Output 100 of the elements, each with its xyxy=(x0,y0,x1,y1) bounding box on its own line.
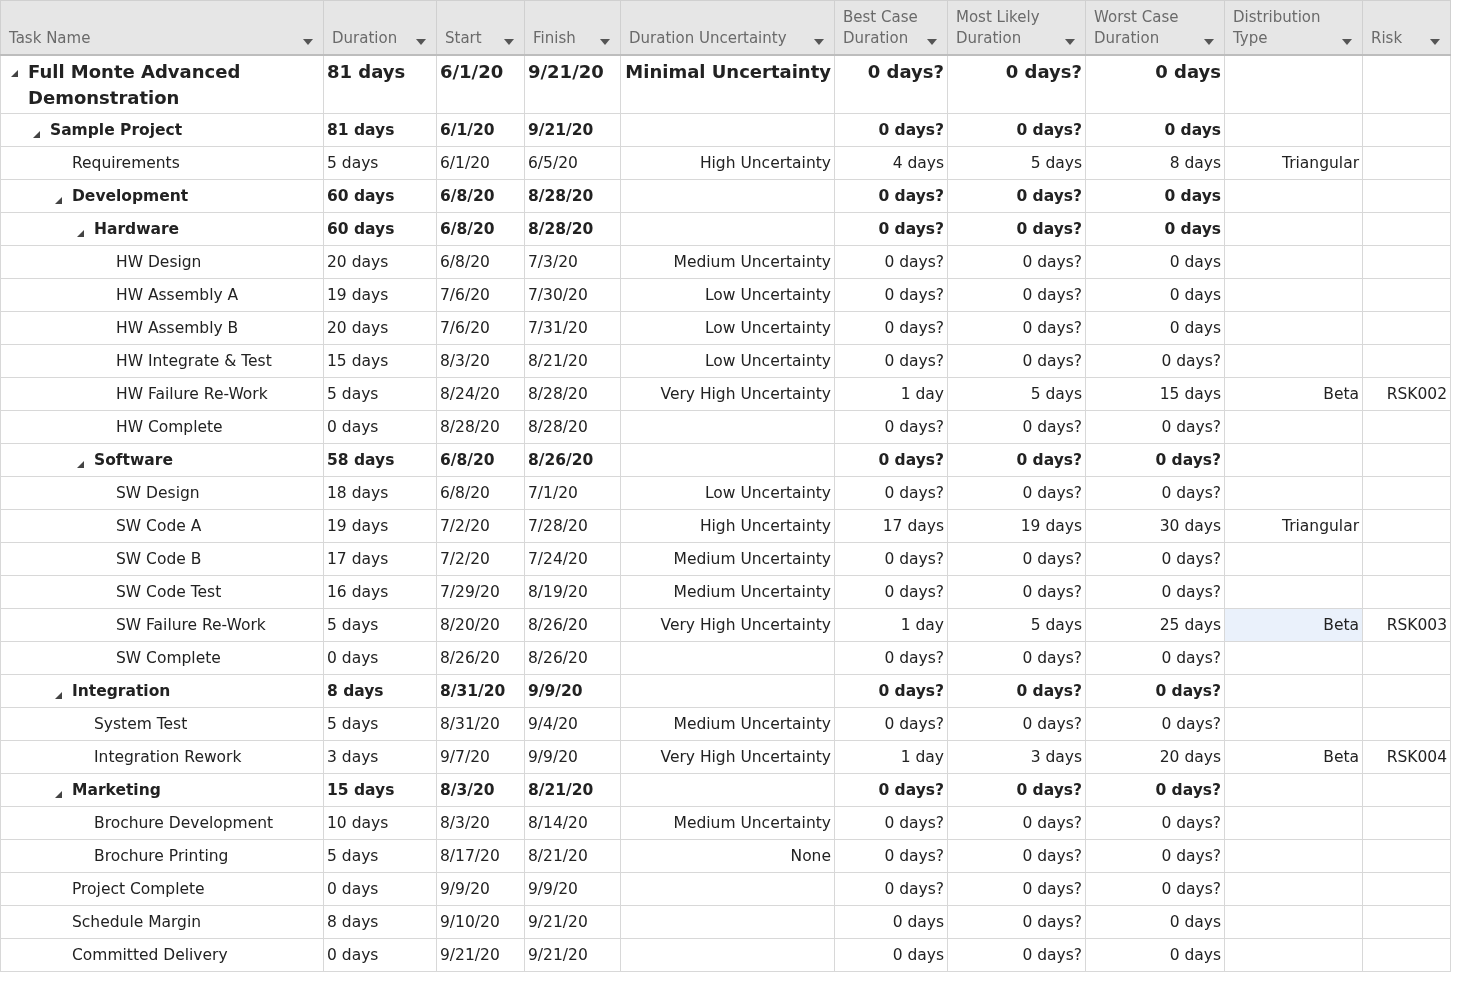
table-cell: 8/19/20 xyxy=(528,582,588,602)
table-cell: 0 days? xyxy=(1161,351,1221,371)
table-cell: 10 days xyxy=(327,813,389,833)
table-cell: 1 day xyxy=(900,747,944,767)
table-cell-text: 0 days? xyxy=(1005,60,1082,84)
table-cell: 8/28/20 xyxy=(528,384,588,404)
table-cell: 0 days? xyxy=(1022,846,1082,866)
table-cell: Low Uncertainty xyxy=(705,483,831,503)
table-cell: 0 days? xyxy=(884,582,944,602)
dropdown-caret-icon[interactable] xyxy=(814,39,824,45)
column-header[interactable]: Worst Case Duration xyxy=(1085,0,1225,55)
table-cell: 17 days xyxy=(882,516,944,536)
table-cell: 0 days? xyxy=(1161,483,1221,503)
dropdown-caret-icon[interactable] xyxy=(1204,39,1214,45)
table-cell: 15 days xyxy=(1159,384,1221,404)
table-cell: 0 days? xyxy=(1161,549,1221,569)
table-cell: 58 days xyxy=(327,450,395,470)
table-cell: 8/26/20 xyxy=(440,648,500,668)
column-header[interactable]: Task Name xyxy=(0,0,324,55)
dropdown-caret-icon[interactable] xyxy=(303,39,313,45)
table-cell: 0 days xyxy=(892,945,944,965)
column-header[interactable]: Duration Uncertainty xyxy=(620,0,835,55)
task-name: HW Assembly B xyxy=(116,318,239,338)
table-cell: 20 days xyxy=(1159,747,1221,767)
task-name: Brochure Development xyxy=(94,813,274,833)
column-header[interactable]: Best Case Duration xyxy=(834,0,948,55)
table-cell: Very High Uncertainty xyxy=(660,384,831,404)
dropdown-caret-icon[interactable] xyxy=(504,39,514,45)
dropdown-caret-icon[interactable] xyxy=(416,39,426,45)
table-cell: 0 days xyxy=(1169,945,1221,965)
column-header[interactable]: Risk xyxy=(1362,0,1451,55)
collapse-triangle-icon[interactable] xyxy=(77,461,84,468)
column-header[interactable]: Start xyxy=(436,0,525,55)
table-cell: 0 days? xyxy=(884,813,944,833)
table-cell: 7/29/20 xyxy=(440,582,500,602)
table-cell: 0 days? xyxy=(1161,879,1221,899)
task-name: HW Assembly A xyxy=(116,285,239,305)
table-cell: 7/31/20 xyxy=(528,318,588,338)
table-cell: 0 days? xyxy=(1016,681,1082,701)
table-cell: 0 days xyxy=(327,879,379,899)
dropdown-caret-icon[interactable] xyxy=(1065,39,1075,45)
task-name: Integration xyxy=(72,681,171,701)
table-cell: 3 days xyxy=(1030,747,1082,767)
table-cell: 6/8/20 xyxy=(440,252,490,272)
column-header[interactable]: Duration xyxy=(323,0,437,55)
table-cell: 7/2/20 xyxy=(440,516,490,536)
dropdown-caret-icon[interactable] xyxy=(927,39,937,45)
task-name: HW Complete xyxy=(116,417,223,437)
dropdown-caret-icon[interactable] xyxy=(1430,39,1440,45)
task-name: Marketing xyxy=(72,780,161,800)
table-cell: 3 days xyxy=(327,747,379,767)
table-cell: 0 days? xyxy=(1016,186,1082,206)
collapse-triangle-icon[interactable] xyxy=(77,230,84,237)
table-cell: 9/21/20 xyxy=(440,945,500,965)
table-cell: 4 days xyxy=(892,153,944,173)
dropdown-caret-icon[interactable] xyxy=(600,39,610,45)
table-cell: 60 days xyxy=(327,186,395,206)
table-cell: 0 days xyxy=(1169,252,1221,272)
table-cell: 19 days xyxy=(1020,516,1082,536)
table-cell: 6/1/20 xyxy=(440,120,495,140)
table-cell: 8/21/20 xyxy=(528,780,594,800)
table-cell: 0 days? xyxy=(884,879,944,899)
table-cell: 6/8/20 xyxy=(440,186,495,206)
column-header[interactable]: Most Likely Duration xyxy=(947,0,1086,55)
selected-table-cell: Beta xyxy=(1323,615,1359,635)
table-cell: 0 days? xyxy=(1022,252,1082,272)
table-cell: 6/1/20 xyxy=(440,153,490,173)
collapse-triangle-icon[interactable] xyxy=(55,197,62,204)
table-cell: 8/20/20 xyxy=(440,615,500,635)
dropdown-caret-icon[interactable] xyxy=(1342,39,1352,45)
task-name: Requirements xyxy=(72,153,180,173)
table-cell: 7/2/20 xyxy=(440,549,490,569)
table-cell: 0 days? xyxy=(884,285,944,305)
table-cell: 8/26/20 xyxy=(528,615,588,635)
table-cell: 0 days xyxy=(892,912,944,932)
table-cell: 15 days xyxy=(327,351,389,371)
table-cell: 8/31/20 xyxy=(440,714,500,734)
column-header[interactable]: Distribution Type xyxy=(1224,0,1363,55)
table-cell: 0 days? xyxy=(1022,879,1082,899)
table-cell: 8/21/20 xyxy=(528,351,588,371)
table-cell: 9/7/20 xyxy=(440,747,490,767)
collapse-triangle-icon[interactable] xyxy=(55,791,62,798)
table-cell-text: 0 days? xyxy=(867,60,944,84)
table-cell: 8/21/20 xyxy=(528,846,588,866)
collapse-triangle-icon[interactable] xyxy=(55,692,62,699)
table-cell: 0 days? xyxy=(878,186,944,206)
table-cell: 0 days? xyxy=(1016,219,1082,239)
table-cell: 8/3/20 xyxy=(440,780,495,800)
column-header[interactable]: Finish xyxy=(524,0,621,55)
table-cell: 0 days xyxy=(1164,219,1221,239)
table-cell: Very High Uncertainty xyxy=(660,615,831,635)
table-cell: 8/28/20 xyxy=(528,417,588,437)
collapse-triangle-icon[interactable] xyxy=(11,70,18,77)
table-cell: 9/9/20 xyxy=(528,681,583,701)
table-cell: Low Uncertainty xyxy=(705,351,831,371)
table-cell: 0 days xyxy=(1164,120,1221,140)
table-cell: 0 days? xyxy=(884,351,944,371)
collapse-triangle-icon[interactable] xyxy=(33,131,40,138)
table-cell: RSK002 xyxy=(1386,384,1447,404)
task-name: HW Design xyxy=(116,252,202,272)
